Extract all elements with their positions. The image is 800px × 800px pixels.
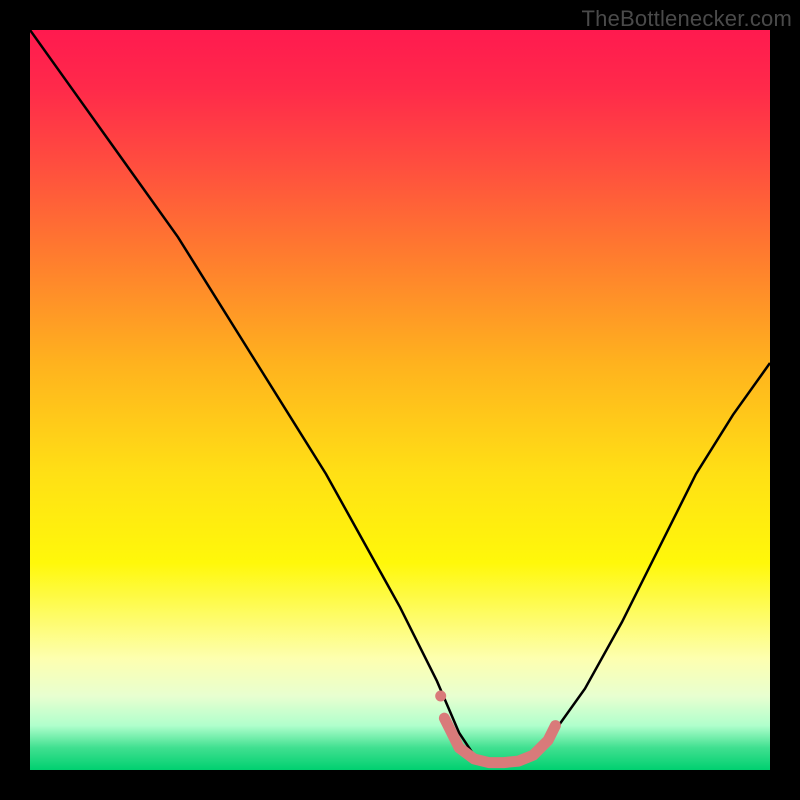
valley-highlight-stroke (444, 718, 555, 762)
curve-svg (30, 30, 770, 770)
watermark-text: TheBottlenecker.com (582, 6, 792, 32)
valley-marker-group (435, 691, 555, 763)
bottleneck-curve (30, 30, 770, 763)
valley-marker-dot (435, 691, 446, 702)
chart-frame: TheBottlenecker.com (0, 0, 800, 800)
plot-background-gradient (30, 30, 770, 770)
